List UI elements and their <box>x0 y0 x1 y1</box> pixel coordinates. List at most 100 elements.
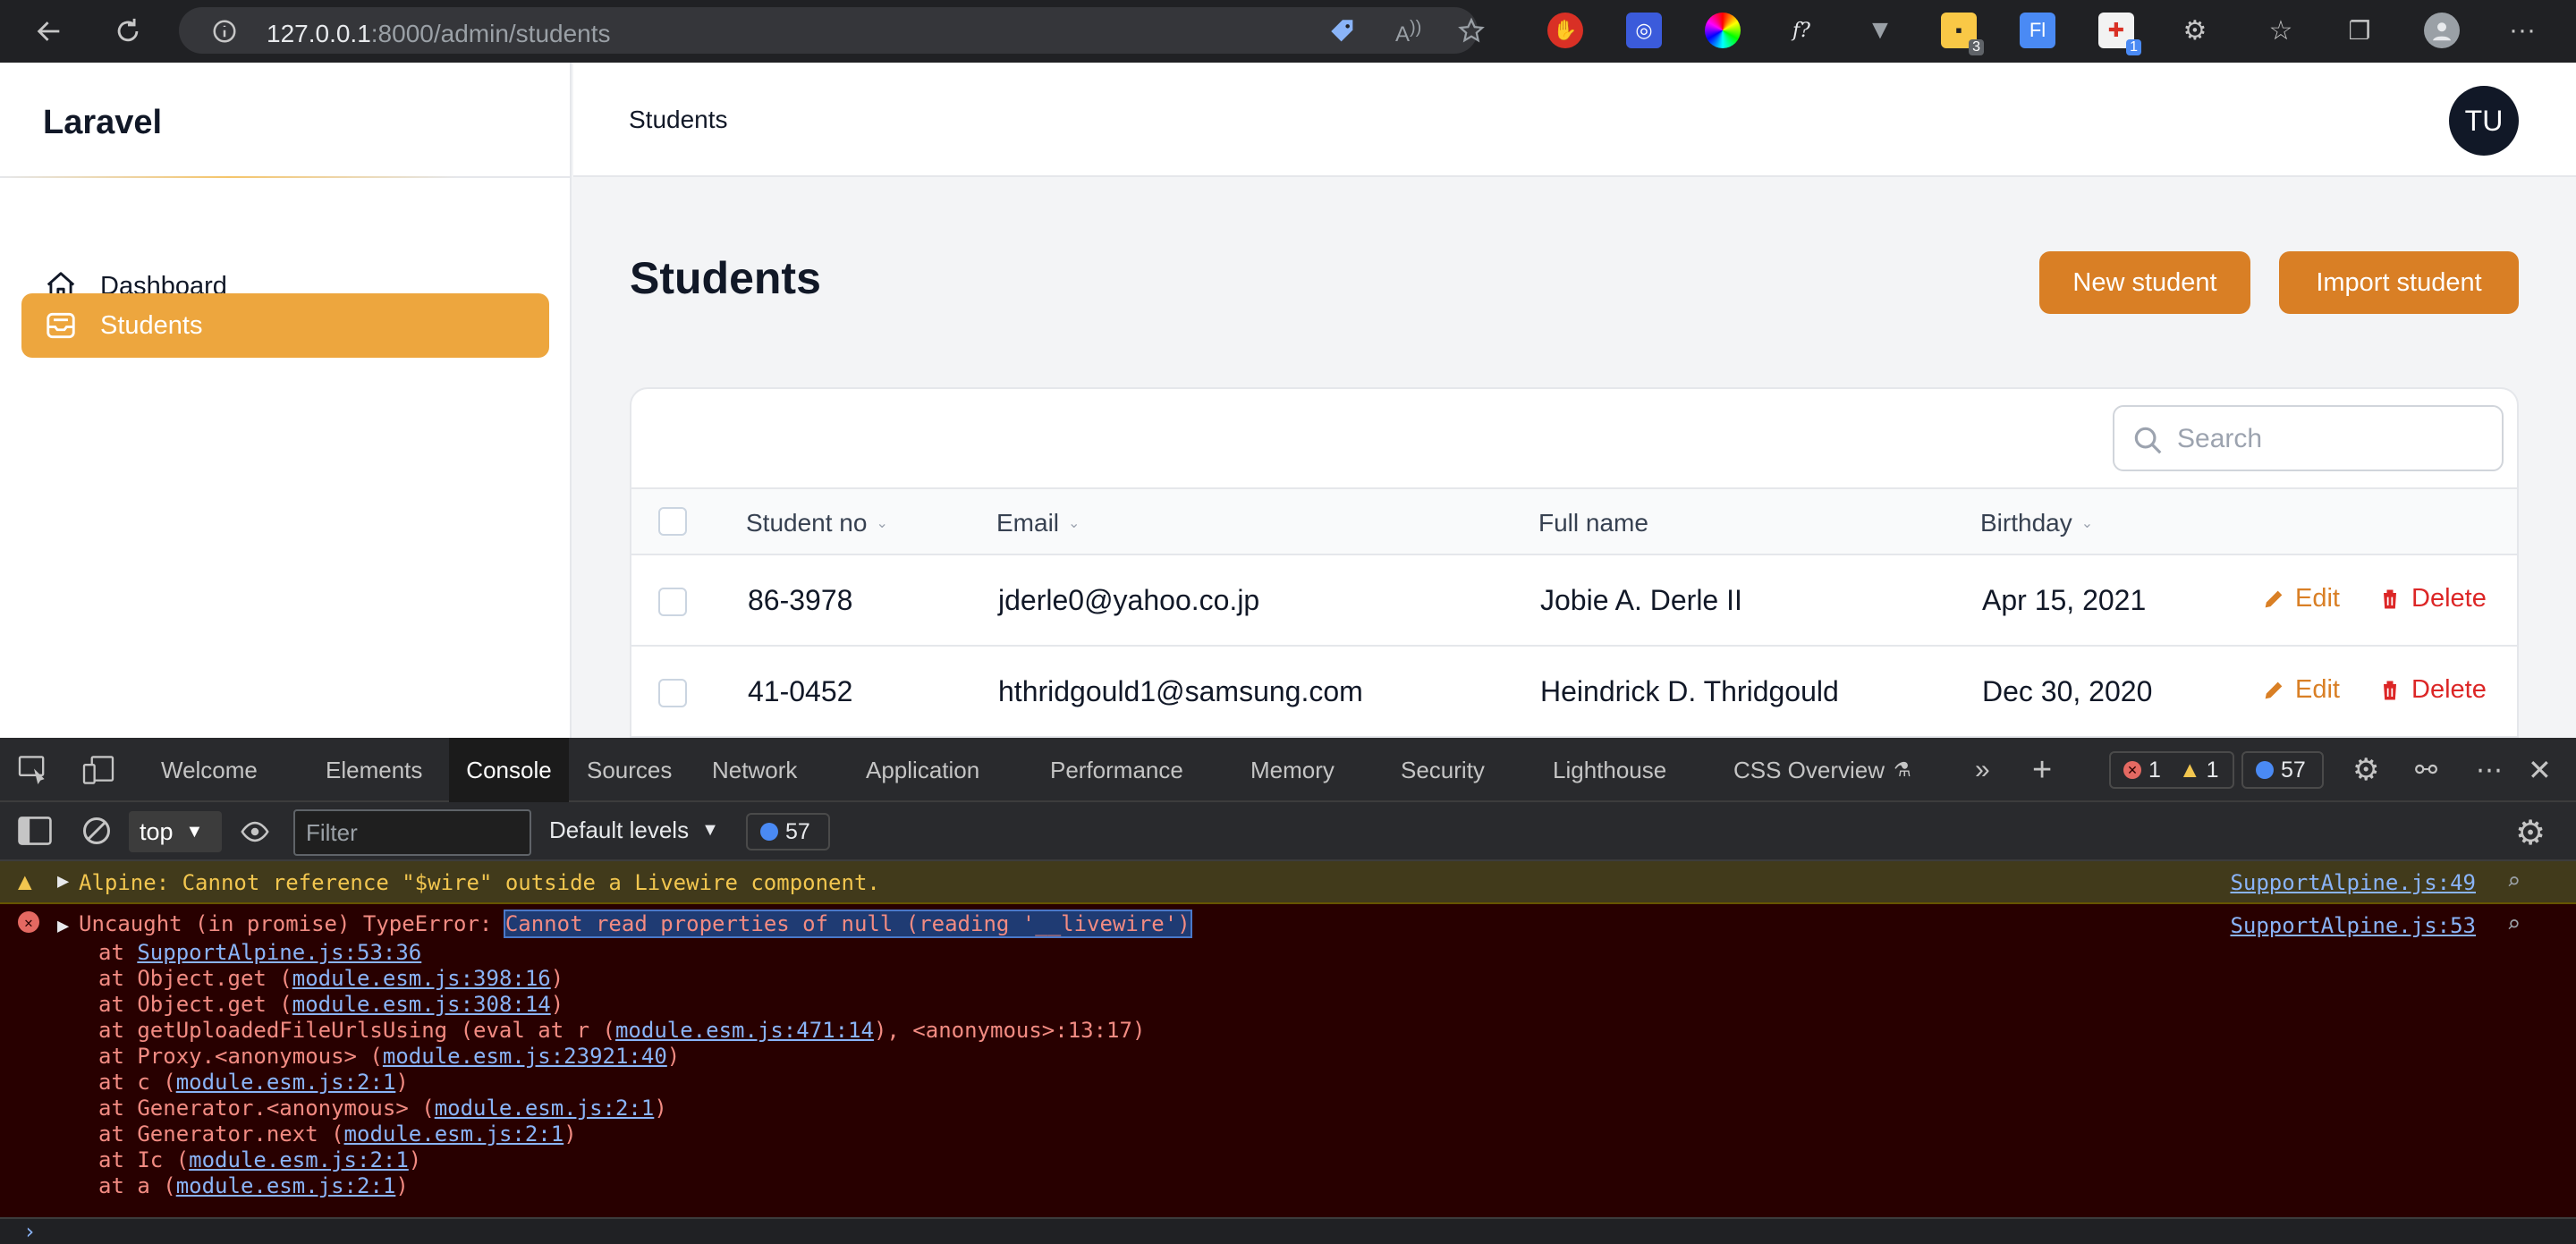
brand-logo[interactable]: Laravel <box>43 104 162 142</box>
column-student-no[interactable]: Student no ⌄ <box>746 509 888 537</box>
ext-sticky-note-icon[interactable]: ▪ 3 <box>1941 13 1984 55</box>
close-icon[interactable]: ✕ <box>2519 738 2561 802</box>
error-icon: ✕ <box>18 911 39 933</box>
warning-text: Alpine: Cannot reference "$wire" outside… <box>79 870 880 895</box>
ext-stop-icon[interactable]: ✋ <box>1547 13 1583 48</box>
stack-frame: at SupportAlpine.js:53:36 <box>98 940 422 965</box>
messages-counter[interactable]: 57 <box>2241 751 2324 789</box>
search-input[interactable] <box>2177 421 2490 457</box>
caret-down-icon: ▼ <box>701 820 719 840</box>
stack-frame-link[interactable]: module.esm.js:23921:40 <box>383 1044 667 1069</box>
log-levels-dropdown[interactable]: Default levels ▼ <box>549 817 719 844</box>
warning-icon: ▲ <box>2178 757 2201 783</box>
clear-console-icon[interactable] <box>80 815 113 851</box>
inspect-element-icon[interactable] <box>18 756 50 789</box>
tab-lighthouse[interactable]: Lighthouse <box>1544 738 1675 802</box>
delete-button[interactable]: Delete <box>2377 675 2487 705</box>
sidebar-toggle-icon[interactable] <box>18 817 52 850</box>
tab-application[interactable]: Application <box>857 738 988 802</box>
tag-icon[interactable] <box>1327 16 1358 51</box>
stack-frame-link[interactable]: module.esm.js:398:16 <box>292 966 551 991</box>
search-icon[interactable]: ⌕ <box>2506 868 2521 895</box>
column-birthday[interactable]: Birthday ⌄ <box>1980 509 2093 537</box>
ext-function-icon[interactable]: f? <box>1784 13 1819 48</box>
cell-full-name: Heindrick D. Thridgould <box>1540 675 1839 707</box>
profile-icon[interactable] <box>2424 13 2460 48</box>
stack-frame-link[interactable]: SupportAlpine.js:53:36 <box>137 940 421 965</box>
sidebar-item-students[interactable]: Students <box>21 293 549 358</box>
row-checkbox[interactable] <box>658 679 687 707</box>
more-tabs-icon[interactable]: » <box>1966 738 1999 802</box>
console-prompt[interactable]: › <box>0 1217 2576 1244</box>
tab-sources[interactable]: Sources <box>578 738 681 802</box>
add-tab-icon[interactable]: + <box>2023 738 2061 802</box>
tab-css-overview[interactable]: CSS Overview ⚗ <box>1724 738 1920 802</box>
url-text[interactable]: 127.0.0.1:8000/admin/students <box>267 20 611 48</box>
tab-performance[interactable]: Performance <box>1041 738 1192 802</box>
ext-font-icon[interactable]: Fl <box>2020 13 2055 48</box>
new-student-button[interactable]: New student <box>2039 251 2250 314</box>
url-host: 127.0.0.1 <box>267 20 371 47</box>
stack-frame: at Generator.next (module.esm.js:2:1) <box>98 1121 577 1147</box>
toolbar-messages-counter[interactable]: 57 <box>746 813 830 850</box>
column-label: Email <box>996 509 1060 537</box>
tab-network[interactable]: Network <box>703 738 806 802</box>
favorites-icon[interactable]: ☆ <box>2263 13 2299 48</box>
row-checkbox[interactable] <box>658 588 687 616</box>
back-icon[interactable] <box>29 11 70 52</box>
stack-frame-link[interactable]: module.esm.js:2:1 <box>189 1147 409 1172</box>
table-row: 41-0452 hthridgould1@samsung.com Heindri… <box>631 647 2517 738</box>
address-bar[interactable]: 127.0.0.1:8000/admin/students A)) <box>179 7 1485 54</box>
ext-color-picker-icon[interactable]: ◎ <box>1626 13 1662 48</box>
delete-button[interactable]: Delete <box>2377 584 2487 614</box>
warning-source-link[interactable]: SupportAlpine.js:49 <box>2230 870 2476 895</box>
table-header: Student no ⌄ Email ⌄ Full name Birthday ⌄ <box>631 487 2517 555</box>
expand-triangle-icon[interactable]: ▶ <box>57 870 69 893</box>
tab-welcome[interactable]: Welcome <box>152 738 267 802</box>
error-message-selected[interactable]: Cannot read properties of null (reading … <box>503 910 1192 938</box>
stack-frame-link[interactable]: module.esm.js:471:14 <box>615 1018 874 1043</box>
live-expression-eye-icon[interactable] <box>238 817 272 851</box>
context-select[interactable]: top ▼ <box>129 811 222 852</box>
console-warning-message: ▲ ▶ Alpine: Cannot reference "$wire" out… <box>0 861 2576 904</box>
tab-console[interactable]: Console <box>449 738 569 802</box>
stack-frame-link[interactable]: module.esm.js:308:14 <box>292 992 551 1017</box>
collections-icon[interactable]: ❐ <box>2342 13 2377 48</box>
settings-gear-icon[interactable]: ⚙ <box>2343 738 2388 802</box>
ext-vue-icon[interactable]: ▼ <box>1862 13 1898 48</box>
edit-button[interactable]: Edit <box>2261 584 2340 614</box>
device-emulation-icon[interactable] <box>82 756 114 789</box>
error-source-link[interactable]: SupportAlpine.js:53 <box>2230 913 2476 938</box>
expand-triangle-icon[interactable]: ▶ <box>57 915 69 937</box>
tab-security[interactable]: Security <box>1392 738 1494 802</box>
search-icon[interactable]: ⌕ <box>2506 911 2521 938</box>
filter-input[interactable] <box>293 809 531 856</box>
column-full-name: Full name <box>1538 509 1648 537</box>
stack-frame-link[interactable]: module.esm.js:2:1 <box>176 1173 396 1198</box>
tab-memory[interactable]: Memory <box>1241 738 1343 802</box>
ext-snapshot-icon[interactable]: ✚ 1 <box>2098 13 2141 55</box>
stack-frame-link[interactable]: module.esm.js:2:1 <box>435 1096 655 1121</box>
column-email[interactable]: Email ⌄ <box>996 509 1080 537</box>
edit-button[interactable]: Edit <box>2261 675 2340 705</box>
import-student-button[interactable]: Import student <box>2279 251 2519 314</box>
add-favorite-icon[interactable] <box>1456 16 1487 51</box>
extensions-icon[interactable]: ⚙ <box>2177 13 2213 48</box>
tab-label: CSS Overview <box>1733 756 1885 783</box>
avatar[interactable]: TU <box>2449 86 2519 156</box>
site-info-icon[interactable] <box>211 18 238 49</box>
stack-frame-link[interactable]: module.esm.js:2:1 <box>176 1070 396 1095</box>
more-options-icon[interactable]: ··· <box>2504 13 2540 48</box>
customize-icon[interactable]: ⚯ <box>2406 738 2446 802</box>
tab-elements[interactable]: Elements <box>317 738 431 802</box>
select-all-checkbox[interactable] <box>658 507 687 536</box>
reload-icon[interactable] <box>107 11 148 52</box>
search-box[interactable] <box>2113 405 2504 471</box>
issues-counter[interactable]: ✕ 1 ▲ 1 <box>2109 751 2234 789</box>
column-label: Student no <box>746 509 868 537</box>
read-aloud-icon[interactable]: A)) <box>1395 18 1421 47</box>
console-settings-icon[interactable]: ⚙ <box>2515 813 2546 853</box>
stack-frame-link[interactable]: module.esm.js:2:1 <box>344 1121 564 1147</box>
more-menu-icon[interactable]: ⋯ <box>2467 738 2512 802</box>
ext-color-wheel-icon[interactable] <box>1705 13 1741 48</box>
